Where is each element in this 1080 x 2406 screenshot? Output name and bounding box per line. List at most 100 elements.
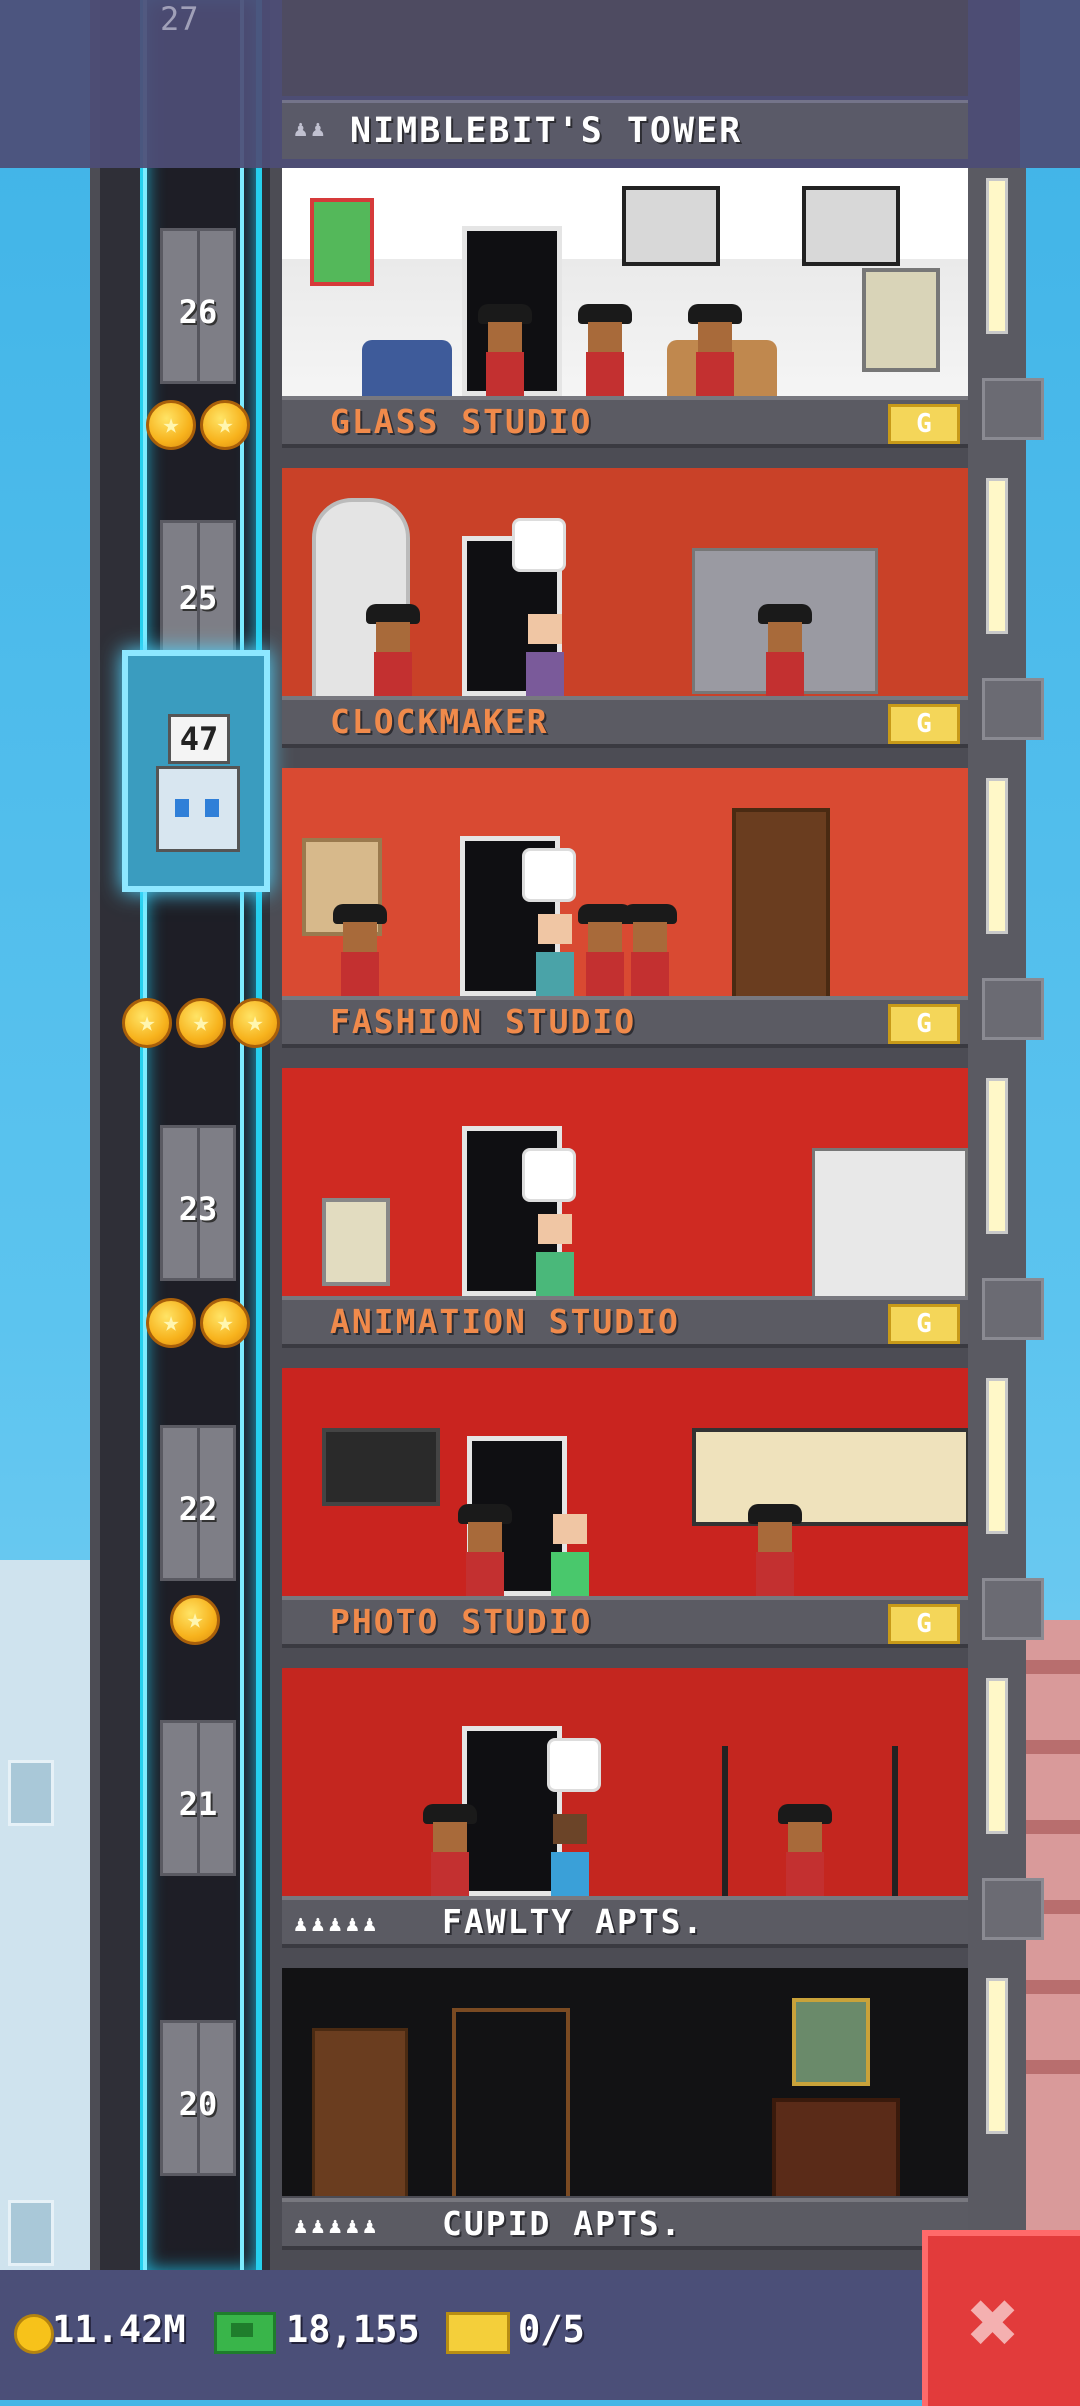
floor-sign[interactable]: ANIMATION STUDIO G bbox=[282, 1296, 968, 1348]
floor-cupid-apts[interactable]: ♟♟♟♟♟ CUPID APTS. bbox=[282, 1968, 968, 2268]
floor-name: FAWLTY APTS. bbox=[442, 1902, 705, 1941]
window-light bbox=[986, 1978, 1008, 2134]
waiting-stars-row[interactable]: ★ bbox=[170, 1595, 220, 1645]
stock-badge[interactable]: G bbox=[888, 1304, 960, 1344]
room-interior[interactable] bbox=[282, 768, 968, 996]
elevator-door-floor-23[interactable]: 23 bbox=[160, 1125, 236, 1281]
bitizen[interactable] bbox=[778, 1804, 832, 1896]
room-interior[interactable] bbox=[282, 468, 968, 696]
bitizen[interactable] bbox=[458, 1504, 512, 1596]
building-stripe bbox=[1020, 1980, 1080, 1994]
waiting-stars-row[interactable]: ★ ★ bbox=[146, 400, 250, 450]
elevator-door-floor-22[interactable]: 22 bbox=[160, 1425, 236, 1581]
green-bux-icon[interactable] bbox=[214, 2312, 276, 2354]
bitizen-elevator-operator-icon bbox=[156, 766, 240, 852]
room-interior[interactable] bbox=[282, 1668, 968, 1896]
residents-icons: ♟♟♟♟♟ bbox=[294, 2214, 381, 2239]
fabric-shelf bbox=[812, 1148, 968, 1296]
room-interior[interactable] bbox=[282, 168, 968, 396]
window-blinds bbox=[622, 186, 720, 266]
bitizen[interactable] bbox=[758, 604, 812, 696]
bitizen[interactable] bbox=[478, 304, 532, 396]
floor-animation-studio[interactable]: ANIMATION STUDIO G bbox=[282, 1068, 968, 1368]
floor-sign[interactable]: ♟♟♟♟♟ FAWLTY APTS. bbox=[282, 1896, 968, 1948]
thought-bubble bbox=[547, 1738, 601, 1792]
bitizen[interactable] bbox=[623, 904, 677, 996]
bitizen[interactable] bbox=[688, 304, 742, 396]
room-interior[interactable] bbox=[282, 1068, 968, 1296]
bitizen[interactable] bbox=[578, 304, 632, 396]
floor-name: CUPID APTS. bbox=[442, 2204, 683, 2243]
frame-bracket bbox=[982, 1578, 1044, 1640]
elevator-floor-indicator: 47 bbox=[168, 714, 230, 764]
floor-name: ANIMATION STUDIO bbox=[330, 1302, 680, 1341]
building-stripe bbox=[1020, 2060, 1080, 2074]
star-icon: ★ bbox=[146, 1298, 196, 1348]
floor-sign[interactable]: ♟♟♟♟♟ CUPID APTS. bbox=[282, 2198, 968, 2250]
tower-name: NIMBLEBIT'S TOWER bbox=[350, 111, 743, 151]
bitizen[interactable] bbox=[578, 904, 632, 996]
floor-fashion-studio[interactable]: FASHION STUDIO G bbox=[282, 768, 968, 1068]
window-light bbox=[986, 178, 1008, 334]
close-button[interactable]: ✖ bbox=[922, 2230, 1080, 2406]
bux-amount: 18,155 bbox=[286, 2308, 420, 2351]
bitizen[interactable] bbox=[333, 904, 387, 996]
waiting-stars-row[interactable]: ★ ★ ★ bbox=[122, 998, 280, 1048]
arcade-machine bbox=[862, 268, 940, 372]
floor-fawlty-apts[interactable]: ♟♟♟♟♟ FAWLTY APTS. bbox=[282, 1668, 968, 1968]
star-icon: ★ bbox=[230, 998, 280, 1048]
elevator-door-floor-21[interactable]: 21 bbox=[160, 1720, 236, 1876]
frame-bracket bbox=[982, 678, 1044, 740]
bitizen-visitor[interactable] bbox=[547, 1504, 593, 1596]
bitizen-visitor[interactable] bbox=[532, 1204, 578, 1296]
thought-bubble bbox=[522, 1148, 576, 1202]
bitizen[interactable] bbox=[423, 1804, 477, 1896]
room-interior[interactable] bbox=[282, 1368, 968, 1596]
bitizen-visitor[interactable] bbox=[547, 1804, 593, 1896]
floor-number: 21 bbox=[178, 1785, 218, 1823]
sofa bbox=[362, 340, 452, 396]
tower-name-bar[interactable]: ♟♟ NIMBLEBIT'S TOWER bbox=[282, 100, 968, 159]
golden-ticket-icon[interactable] bbox=[446, 2312, 510, 2354]
thought-bubble bbox=[522, 848, 576, 902]
floor-list: GLASS STUDIO G CLOCKMAKER G FASHION STUD… bbox=[282, 168, 968, 2268]
bitizen[interactable] bbox=[748, 1504, 802, 1596]
floor-clockmaker[interactable]: CLOCKMAKER G bbox=[282, 468, 968, 768]
floor-sign[interactable]: CLOCKMAKER G bbox=[282, 696, 968, 748]
room-interior[interactable] bbox=[282, 1968, 968, 2196]
floor-photo-studio[interactable]: PHOTO STUDIO G bbox=[282, 1368, 968, 1668]
stock-badge[interactable]: G bbox=[888, 404, 960, 444]
bitizen[interactable] bbox=[366, 604, 420, 696]
stock-badge[interactable]: G bbox=[888, 1004, 960, 1044]
operator-eye bbox=[205, 799, 219, 817]
window-light bbox=[986, 1678, 1008, 1834]
star-icon: ★ bbox=[146, 400, 196, 450]
floor-name: CLOCKMAKER bbox=[330, 702, 549, 741]
elevator-door-floor-26[interactable]: 26 bbox=[160, 228, 236, 384]
shaft-rail bbox=[240, 0, 244, 2270]
floor-sign[interactable]: PHOTO STUDIO G bbox=[282, 1596, 968, 1648]
floor-sign[interactable]: GLASS STUDIO G bbox=[282, 396, 968, 448]
doorframe bbox=[452, 2008, 570, 2196]
bitizen-visitor[interactable] bbox=[522, 604, 568, 696]
building-stripe bbox=[1020, 1820, 1080, 1834]
floor-name: PHOTO STUDIO bbox=[330, 1602, 593, 1641]
elevator-door-floor-20[interactable]: 20 bbox=[160, 2020, 236, 2176]
floor-name: GLASS STUDIO bbox=[330, 402, 593, 441]
bitizen-visitor[interactable] bbox=[532, 904, 578, 996]
stock-badge[interactable]: G bbox=[888, 1604, 960, 1644]
star-icon: ★ bbox=[176, 998, 226, 1048]
computer bbox=[322, 1198, 390, 1286]
floor-sign[interactable]: FASHION STUDIO G bbox=[282, 996, 968, 1048]
stock-badge[interactable]: G bbox=[888, 704, 960, 744]
floor-number: 20 bbox=[178, 2085, 218, 2123]
elevator-car[interactable]: 47 bbox=[122, 650, 270, 892]
window-light bbox=[986, 1078, 1008, 1234]
floor-glass-studio[interactable]: GLASS STUDIO G bbox=[282, 168, 968, 468]
frame-bracket bbox=[982, 1278, 1044, 1340]
operator-eye bbox=[175, 799, 189, 817]
painting bbox=[792, 1998, 870, 2086]
star-icon: ★ bbox=[200, 400, 250, 450]
close-icon: ✖ bbox=[968, 2273, 1020, 2373]
waiting-stars-row[interactable]: ★ ★ bbox=[146, 1298, 250, 1348]
